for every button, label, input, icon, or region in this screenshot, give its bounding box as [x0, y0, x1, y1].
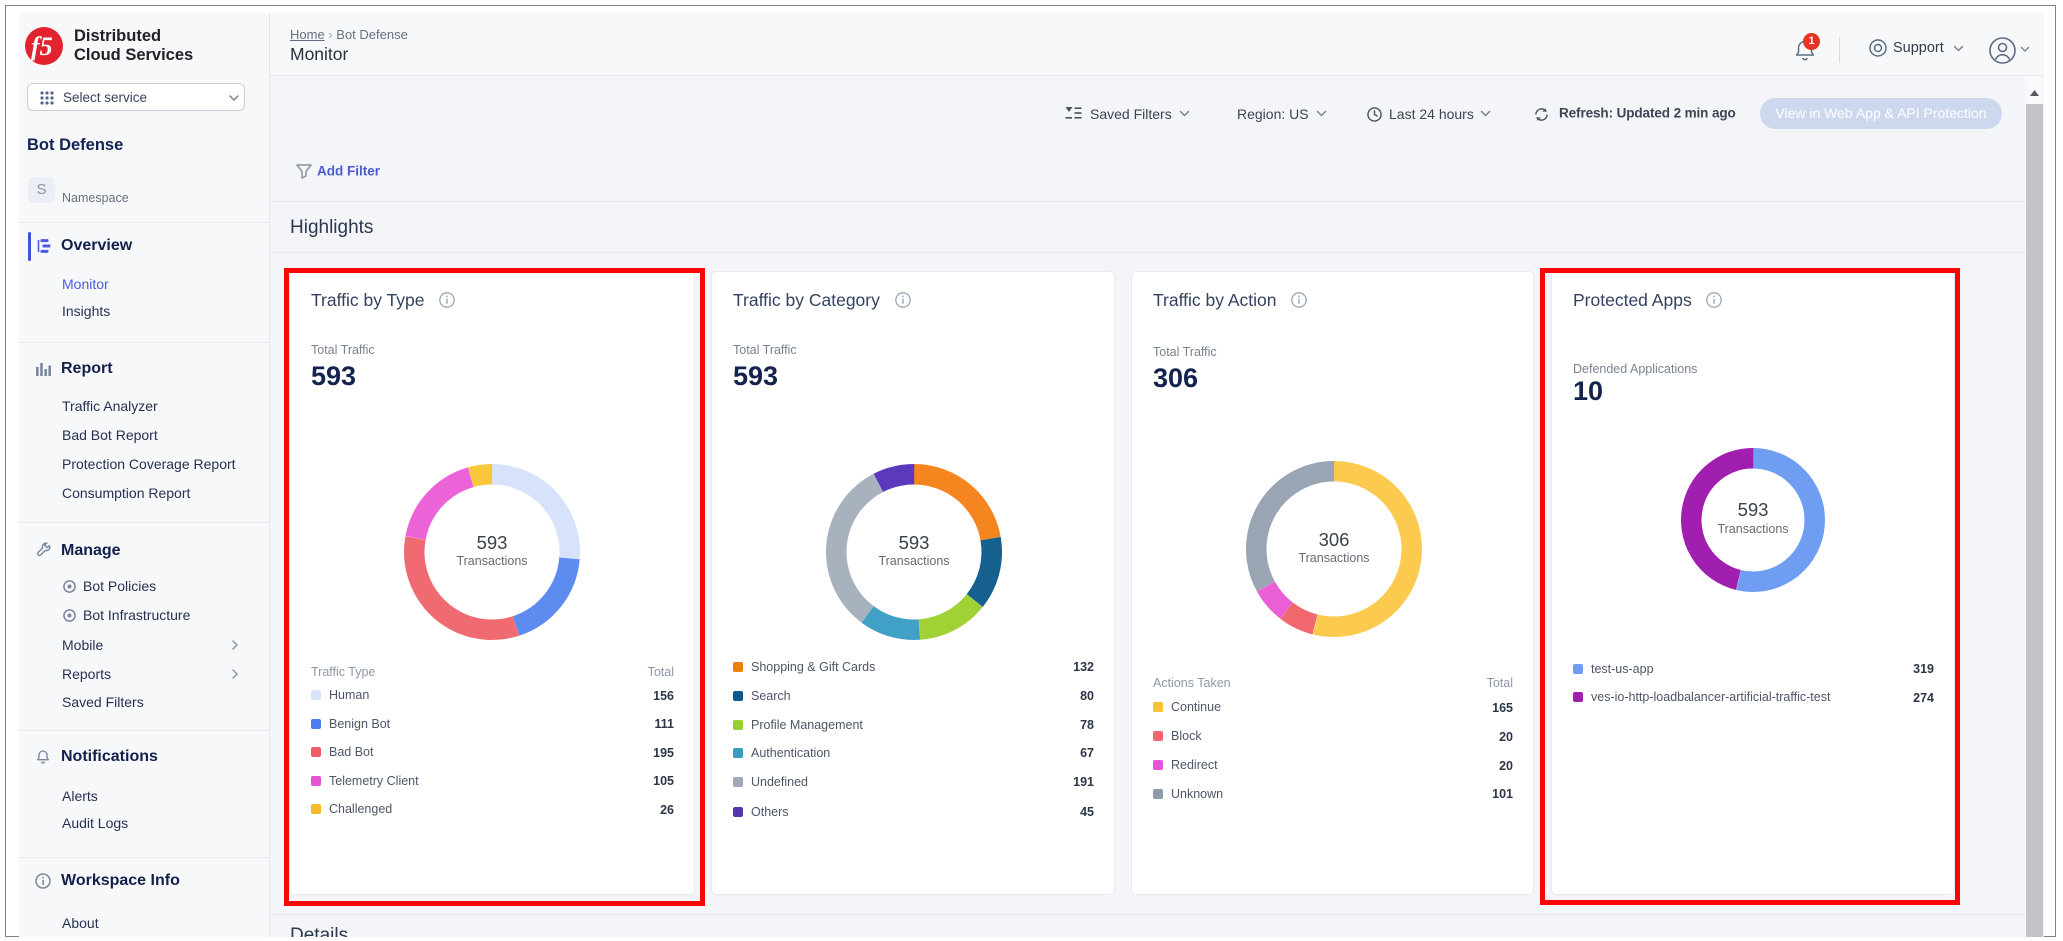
- svg-text:f5: f5: [31, 32, 53, 61]
